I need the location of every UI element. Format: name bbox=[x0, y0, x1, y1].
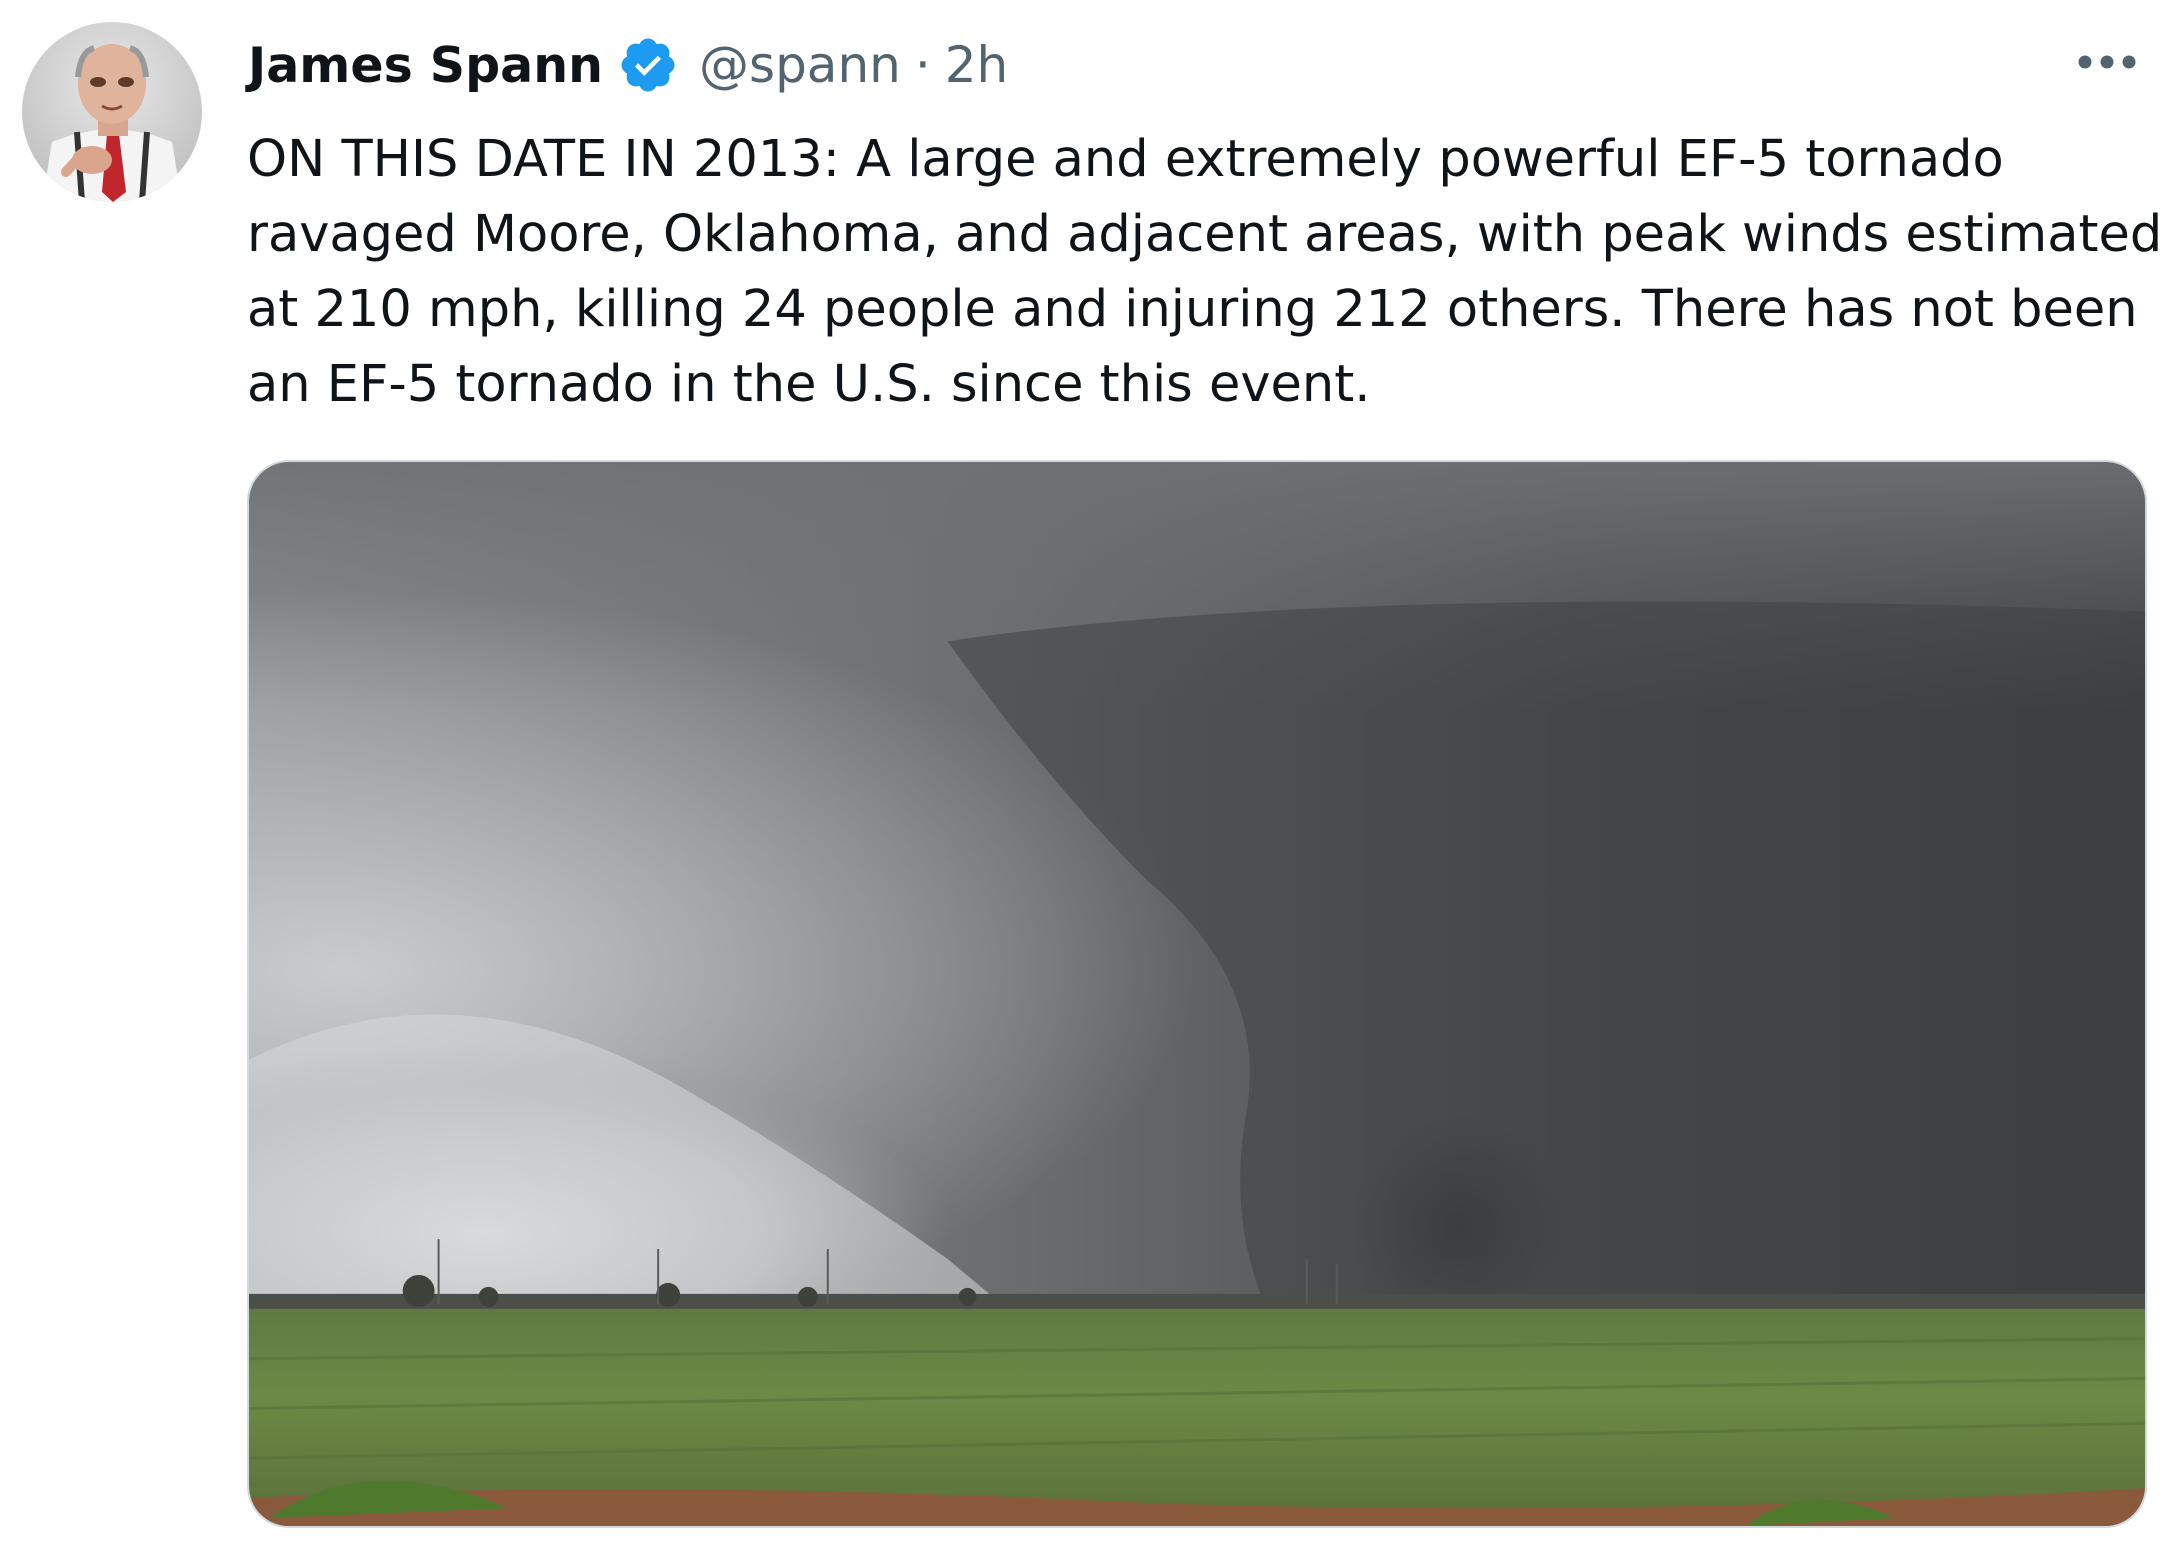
profile-photo bbox=[22, 22, 202, 202]
more-horizontal-icon bbox=[2078, 55, 2136, 69]
more-options-button[interactable] bbox=[2072, 44, 2142, 80]
tweet-text: ON THIS DATE IN 2013: A large and extrem… bbox=[247, 130, 2160, 414]
tweet-media-photo[interactable] bbox=[247, 460, 2147, 1528]
verified-badge-icon bbox=[617, 34, 679, 96]
tweet-timestamp[interactable]: 2h bbox=[945, 36, 1009, 94]
author-handle[interactable]: @spann bbox=[699, 36, 901, 94]
author-name[interactable]: James Spann bbox=[248, 37, 603, 94]
separator-dot: · bbox=[914, 36, 931, 94]
tornado-photo bbox=[249, 462, 2145, 1526]
avatar[interactable] bbox=[22, 22, 202, 202]
tweet-header: James Spann @spann · 2h bbox=[248, 30, 1008, 100]
